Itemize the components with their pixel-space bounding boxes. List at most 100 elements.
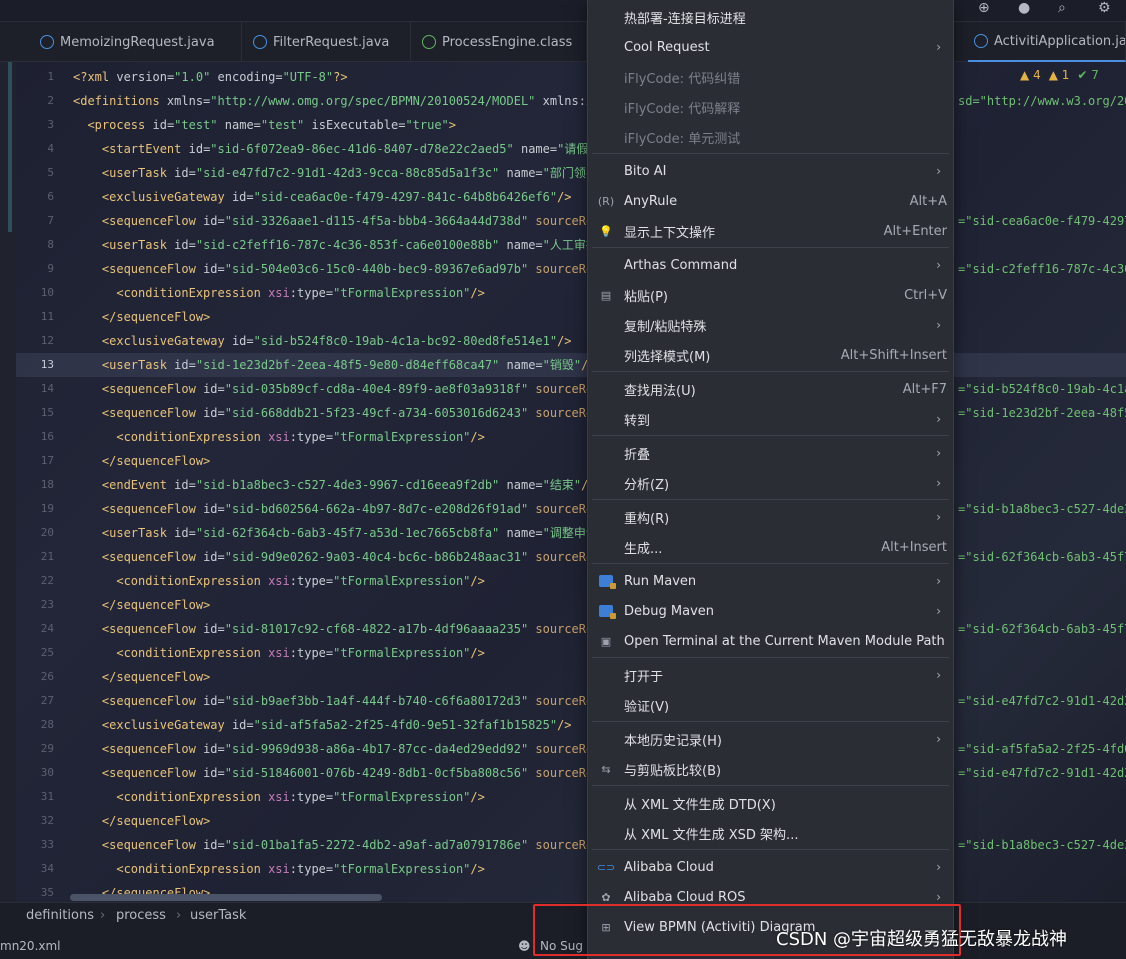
code-text: <userTask id="sid-1e23d2bf-2eea-48f5-9e8… — [101, 358, 596, 372]
menu-item-label: Run Maven — [624, 573, 697, 589]
menu-item[interactable]: 转到 › — [588, 404, 953, 434]
code-text: <sequenceFlow id="sid-81017c92-cf68-4822… — [101, 622, 601, 636]
menu-item[interactable]: Bito AI › — [588, 156, 953, 186]
menu-item[interactable]: 分析(Z) › — [588, 468, 953, 498]
code-line[interactable]: 3 <process id="test" name="test" isExecu… — [0, 113, 1126, 137]
code-line[interactable]: 18 <endEvent id="sid-b1a8bec3-c527-4de3-… — [0, 473, 1126, 497]
code-text: </sequenceFlow> — [101, 454, 211, 468]
warning-icon: ▲ — [1020, 68, 1030, 82]
menu-item[interactable]: 复制/粘贴特殊 › — [588, 310, 953, 340]
menu-item[interactable]: 查找用法(U) Alt+F7 — [588, 374, 953, 404]
code-line[interactable]: 1 <?xml version="1.0" encoding="UTF-8"?> — [0, 65, 1126, 89]
code-line[interactable]: 15 <sequenceFlow id="sid-668ddb21-5f23-4… — [0, 401, 1126, 425]
menu-item[interactable]: ▤ 粘贴(P) Ctrl+V — [588, 280, 953, 310]
menu-item[interactable]: 折叠 › — [588, 438, 953, 468]
code-line[interactable]: 17 </sequenceFlow> — [0, 449, 1126, 473]
code-line[interactable]: 13 <userTask id="sid-1e23d2bf-2eea-48f5-… — [0, 353, 1126, 377]
code-line[interactable]: 14 <sequenceFlow id="sid-035b89cf-cd8a-4… — [0, 377, 1126, 401]
code-line[interactable]: 16 <conditionExpression xsi:type="tForma… — [0, 425, 1126, 449]
line-number: 21 — [40, 550, 54, 563]
tab-activiti-application[interactable]: ActivitiApplication.java — [968, 22, 1126, 62]
menu-item[interactable]: 💡 显示上下文操作 Alt+Enter — [588, 216, 953, 246]
chevron-right-icon: › — [936, 164, 941, 178]
code-line[interactable]: 19 <sequenceFlow id="sid-bd602564-662a-4… — [0, 497, 1126, 521]
menu-item[interactable]: Debug Maven › — [588, 596, 953, 626]
menu-item-label: 从 XML 文件生成 DTD(X) — [624, 797, 776, 813]
menu-item[interactable]: 从 XML 文件生成 XSD 架构... — [588, 818, 953, 848]
code-line[interactable]: 25 <conditionExpression xsi:type="tForma… — [0, 641, 1126, 665]
code-line[interactable]: 5 <userTask id="sid-e47fd7c2-91d1-42d3-9… — [0, 161, 1126, 185]
menu-item-label: 粘贴(P) — [624, 289, 668, 305]
code-line[interactable]: 29 <sequenceFlow id="sid-9969d938-a86a-4… — [0, 737, 1126, 761]
inspection-widget[interactable]: ▲ 4 ▲ 1 ✔ 7 — [1020, 68, 1099, 82]
search-icon[interactable]: ⌕ — [1058, 0, 1066, 16]
line-number: 3 — [47, 118, 54, 131]
code-line[interactable]: 2 <definitions xmlns="http://www.omg.org/… — [0, 89, 1126, 113]
code-line[interactable]: 4 <startEvent id="sid-6f072ea9-86ec-41d6… — [0, 137, 1126, 161]
code-line[interactable]: 6 <exclusiveGateway id="sid-cea6ac0e-f47… — [0, 185, 1126, 209]
menu-item[interactable]: 重构(R) › — [588, 502, 953, 532]
menu-item[interactable]: 从 XML 文件生成 DTD(X) — [588, 788, 953, 818]
copilot-icon[interactable]: ☻ — [518, 935, 531, 957]
code-line[interactable]: 20 <userTask id="sid-62f364cb-6ab3-45f7-… — [0, 521, 1126, 545]
menu-item[interactable]: 生成... Alt+Insert — [588, 532, 953, 562]
code-line[interactable]: 34 <conditionExpression xsi:type="tForma… — [0, 857, 1126, 881]
menu-item[interactable]: (R) AnyRule Alt+A — [588, 186, 953, 216]
tab-process-engine[interactable]: ProcessEngine.class — [412, 22, 587, 62]
menu-item[interactable]: 热部署-连接目标进程 — [588, 2, 953, 32]
breadcrumb-definitions[interactable]: definitions — [26, 904, 94, 928]
menu-item[interactable]: ▣ Open Terminal at the Current Maven Modu… — [588, 626, 953, 656]
code-line[interactable]: 24 <sequenceFlow id="sid-81017c92-cf68-4… — [0, 617, 1126, 641]
code-line[interactable]: 23 </sequenceFlow> — [0, 593, 1126, 617]
code-line[interactable]: 11 </sequenceFlow> — [0, 305, 1126, 329]
line-number: 12 — [40, 334, 54, 347]
menu-item[interactable]: 验证(V) — [588, 690, 953, 720]
code-line[interactable]: 22 <conditionExpression xsi:type="tForma… — [0, 569, 1126, 593]
line-number: 15 — [40, 406, 54, 419]
breadcrumb-usertask[interactable]: userTask — [190, 904, 246, 928]
code-line[interactable]: 10 <conditionExpression xsi:type="tForma… — [0, 281, 1126, 305]
breadcrumb-process[interactable]: process — [116, 904, 166, 928]
menu-item[interactable]: 本地历史记录(H) › — [588, 724, 953, 754]
line-number: 18 — [40, 478, 54, 491]
code-overflow-text: ="sid-af5fa5a2-2f25-4fd0- — [958, 742, 1126, 756]
code-line[interactable]: 31 <conditionExpression xsi:type="tForma… — [0, 785, 1126, 809]
code-overflow-text: ="sid-e47fd7c2-91d1-42d3- — [958, 694, 1126, 708]
code-line[interactable]: 28 <exclusiveGateway id="sid-af5fa5a2-2f… — [0, 713, 1126, 737]
menu-item[interactable]: Cool Request › — [588, 32, 953, 62]
tab-filter-request[interactable]: FilterRequest.java — [243, 22, 411, 62]
code-line[interactable]: 8 <userTask id="sid-c2feff16-787c-4c36-8… — [0, 233, 1126, 257]
code-text: </sequenceFlow> — [101, 814, 211, 828]
code-editor[interactable]: 1 <?xml version="1.0" encoding="UTF-8"?> 2… — [0, 62, 1126, 902]
tab-memoizing-request[interactable]: MemoizingRequest.java — [30, 22, 242, 62]
tab-label: FilterRequest.java — [273, 34, 390, 50]
menu-item[interactable]: ⇆ 与剪贴板比较(B) — [588, 754, 953, 784]
code-line[interactable]: 21 <sequenceFlow id="sid-9d9e0262-9a03-4… — [0, 545, 1126, 569]
line-number: 25 — [40, 646, 54, 659]
code-overflow-text: ="sid-62f364cb-6ab3-45f7- — [958, 550, 1126, 564]
code-line[interactable]: 12 <exclusiveGateway id="sid-b524f8c0-19… — [0, 329, 1126, 353]
add-icon[interactable]: ⊕ — [978, 0, 990, 16]
gear-icon[interactable]: ⚙ — [1098, 0, 1111, 16]
menu-item-label: 显示上下文操作 — [624, 225, 716, 241]
menu-item[interactable]: ⊂⊃ Alibaba Cloud › — [588, 852, 953, 882]
bulb-icon: 💡 — [599, 224, 613, 238]
code-line[interactable]: 7 <sequenceFlow id="sid-3326aae1-d115-4f… — [0, 209, 1126, 233]
menu-item-shortcut: Alt+F7 — [902, 381, 947, 397]
ai-assistant-icon[interactable]: ● — [1018, 0, 1030, 16]
menu-item[interactable]: Run Maven › — [588, 566, 953, 596]
line-number: 8 — [47, 238, 54, 251]
horizontal-scrollbar[interactable] — [70, 894, 382, 901]
menu-item[interactable]: Arthas Command › — [588, 250, 953, 280]
code-line[interactable]: 9 <sequenceFlow id="sid-504e03c6-15c0-44… — [0, 257, 1126, 281]
code-line[interactable]: 30 <sequenceFlow id="sid-51846001-076b-4… — [0, 761, 1126, 785]
menu-item[interactable]: 列选择模式(M) Alt+Shift+Insert — [588, 340, 953, 370]
code-line[interactable]: 26 </sequenceFlow> — [0, 665, 1126, 689]
menu-item[interactable]: 打开于 › — [588, 660, 953, 690]
code-line[interactable]: 33 <sequenceFlow id="sid-01ba1fa5-2272-4… — [0, 833, 1126, 857]
code-line[interactable]: 27 <sequenceFlow id="sid-b9aef3bb-1a4f-4… — [0, 689, 1126, 713]
code-line[interactable]: 32 </sequenceFlow> — [0, 809, 1126, 833]
status-file-name[interactable]: mn20.xml — [0, 935, 61, 957]
code-text: <definitions xmlns="http://www.omg.org/s… — [73, 94, 608, 108]
watermark: CSDN @宇宙超级勇猛无敌暴龙战神 — [776, 929, 1068, 950]
